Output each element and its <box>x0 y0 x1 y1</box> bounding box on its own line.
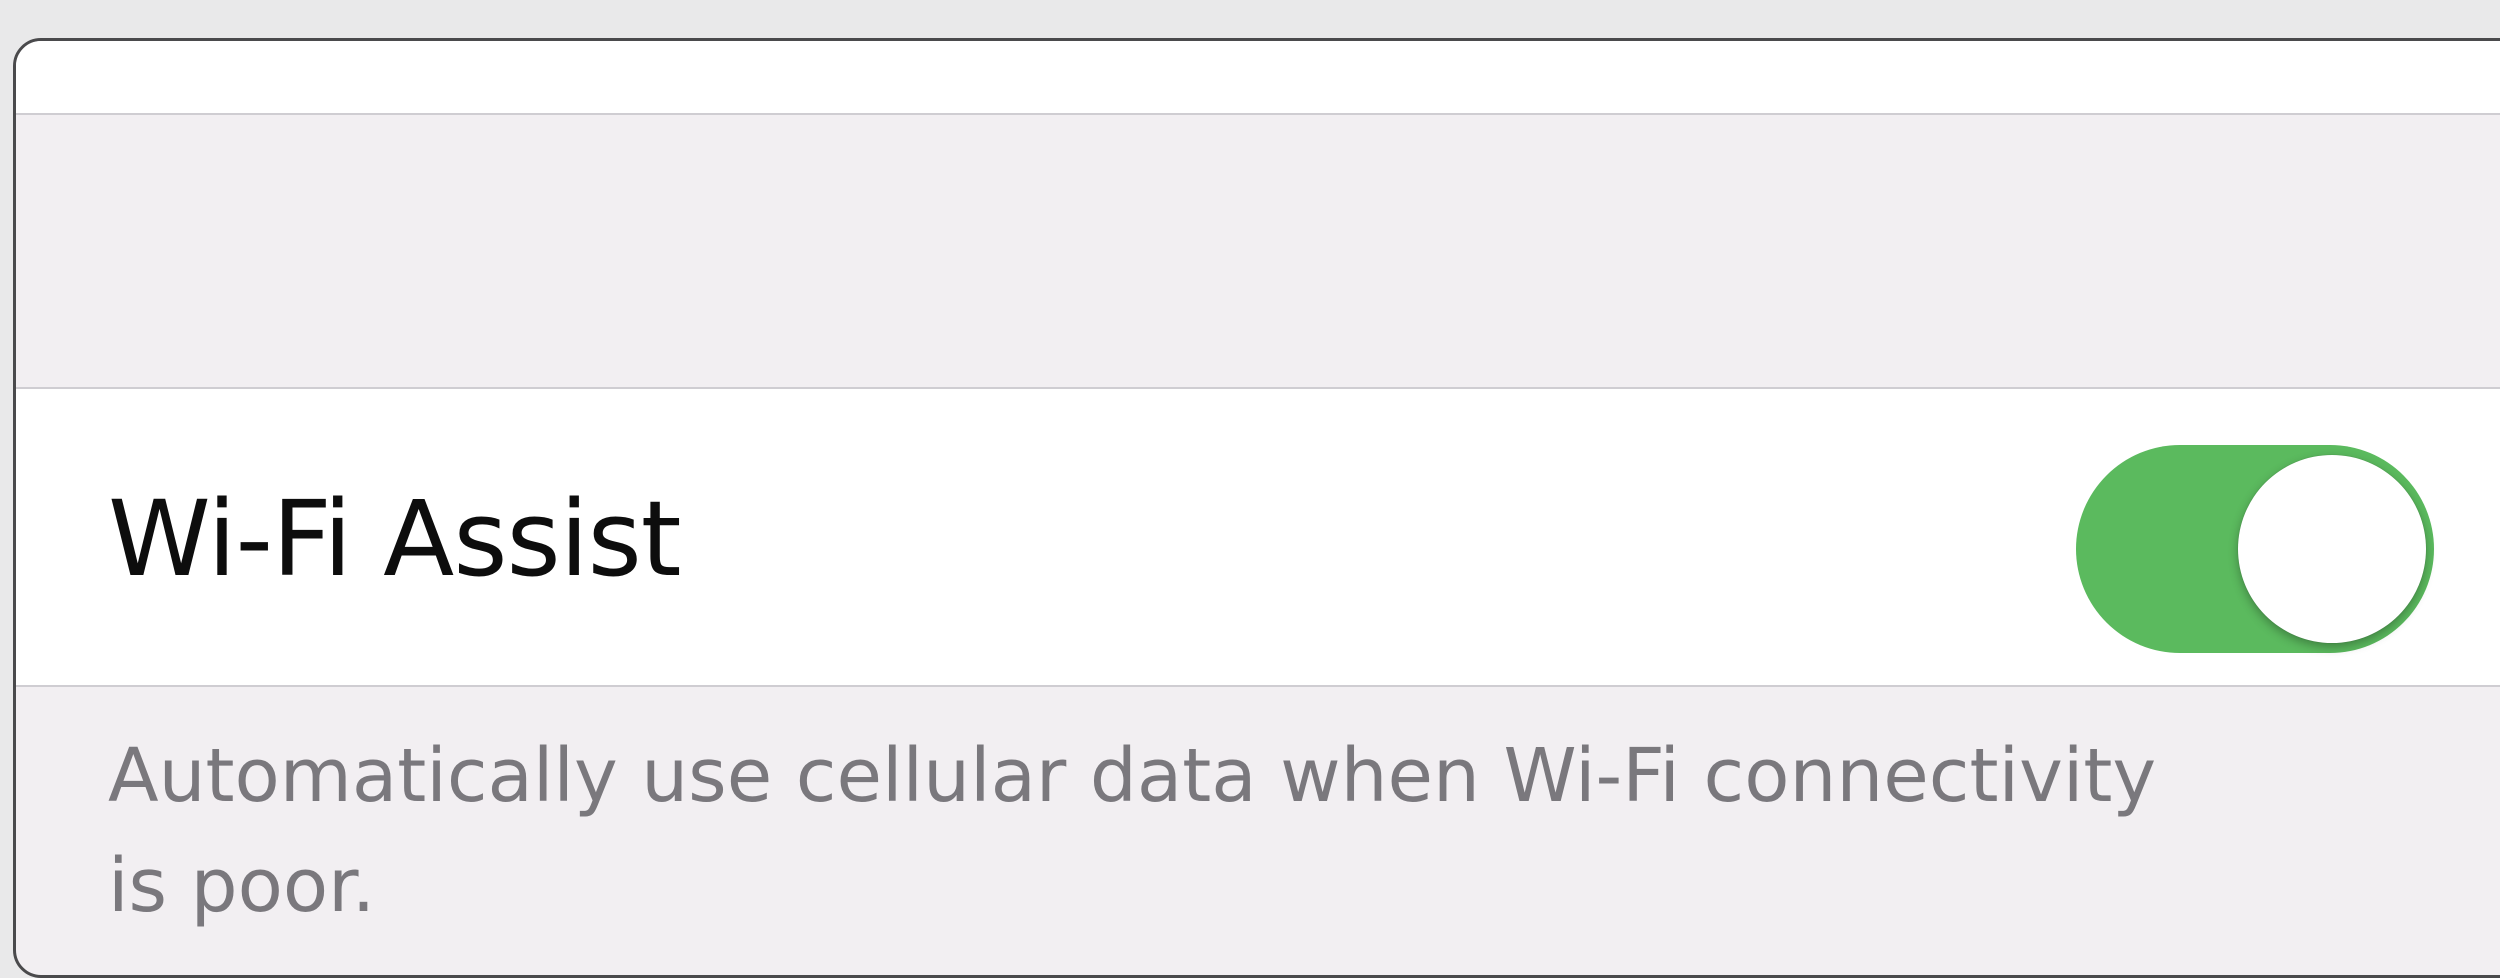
wifi-assist-description: Automatically use cellular data when Wi-… <box>108 721 2408 941</box>
description-line-2: is poor. <box>108 843 376 929</box>
wifi-assist-label: Wi-Fi Assist <box>108 478 682 600</box>
wifi-assist-row[interactable]: Wi-Fi Assist <box>16 387 2500 687</box>
section-spacer <box>16 115 2500 387</box>
top-strip <box>16 41 2500 115</box>
description-line-1: Automatically use cellular data when Wi-… <box>108 733 2157 819</box>
settings-panel: Wi-Fi Assist Automatically use cellular … <box>13 38 2500 978</box>
wifi-assist-toggle[interactable] <box>2076 445 2434 653</box>
toggle-knob <box>2238 455 2426 643</box>
